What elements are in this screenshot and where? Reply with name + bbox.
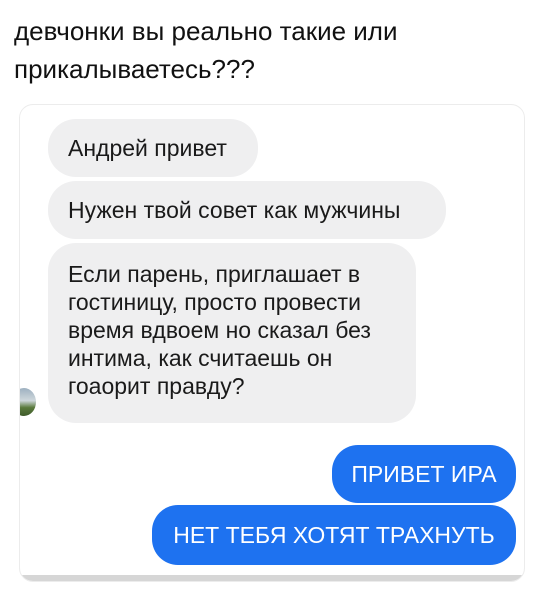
chat-screenshot: Андрей привет Нужен твой совет как мужчи… <box>19 104 525 582</box>
outgoing-message[interactable]: ПРИВЕТ ИРА <box>332 445 516 503</box>
contact-avatar[interactable] <box>20 388 36 416</box>
message-text: НЕТ ТЕБЯ ХОТЯТ ТРАХНУТЬ <box>173 522 495 548</box>
bottom-scroll-bar <box>20 575 524 581</box>
message-line: время вдвоем но сказал без <box>68 317 371 343</box>
message-line: Если парень, приглашает в <box>68 261 361 287</box>
message-line: гоаорит правду? <box>68 373 245 399</box>
message-text: Андрей привет <box>68 135 227 161</box>
message-text: ПРИВЕТ ИРА <box>351 461 497 487</box>
caption-line-2: прикалываетесь??? <box>14 54 255 84</box>
incoming-message[interactable]: Если парень, приглашает в гостиницу, про… <box>48 243 416 423</box>
message-line: интима, как считаешь он <box>68 345 333 371</box>
incoming-message[interactable]: Андрей привет <box>48 119 258 177</box>
outgoing-message[interactable]: НЕТ ТЕБЯ ХОТЯТ ТРАХНУТЬ <box>152 505 516 565</box>
post-caption: девчонки вы реально такие или прикалывае… <box>14 12 534 88</box>
message-text: Нужен твой совет как мужчины <box>68 197 401 223</box>
incoming-message[interactable]: Нужен твой совет как мужчины <box>48 181 446 239</box>
message-line: гостиницу, просто провести <box>68 289 361 315</box>
caption-line-1: девчонки вы реально такие или <box>14 16 398 46</box>
